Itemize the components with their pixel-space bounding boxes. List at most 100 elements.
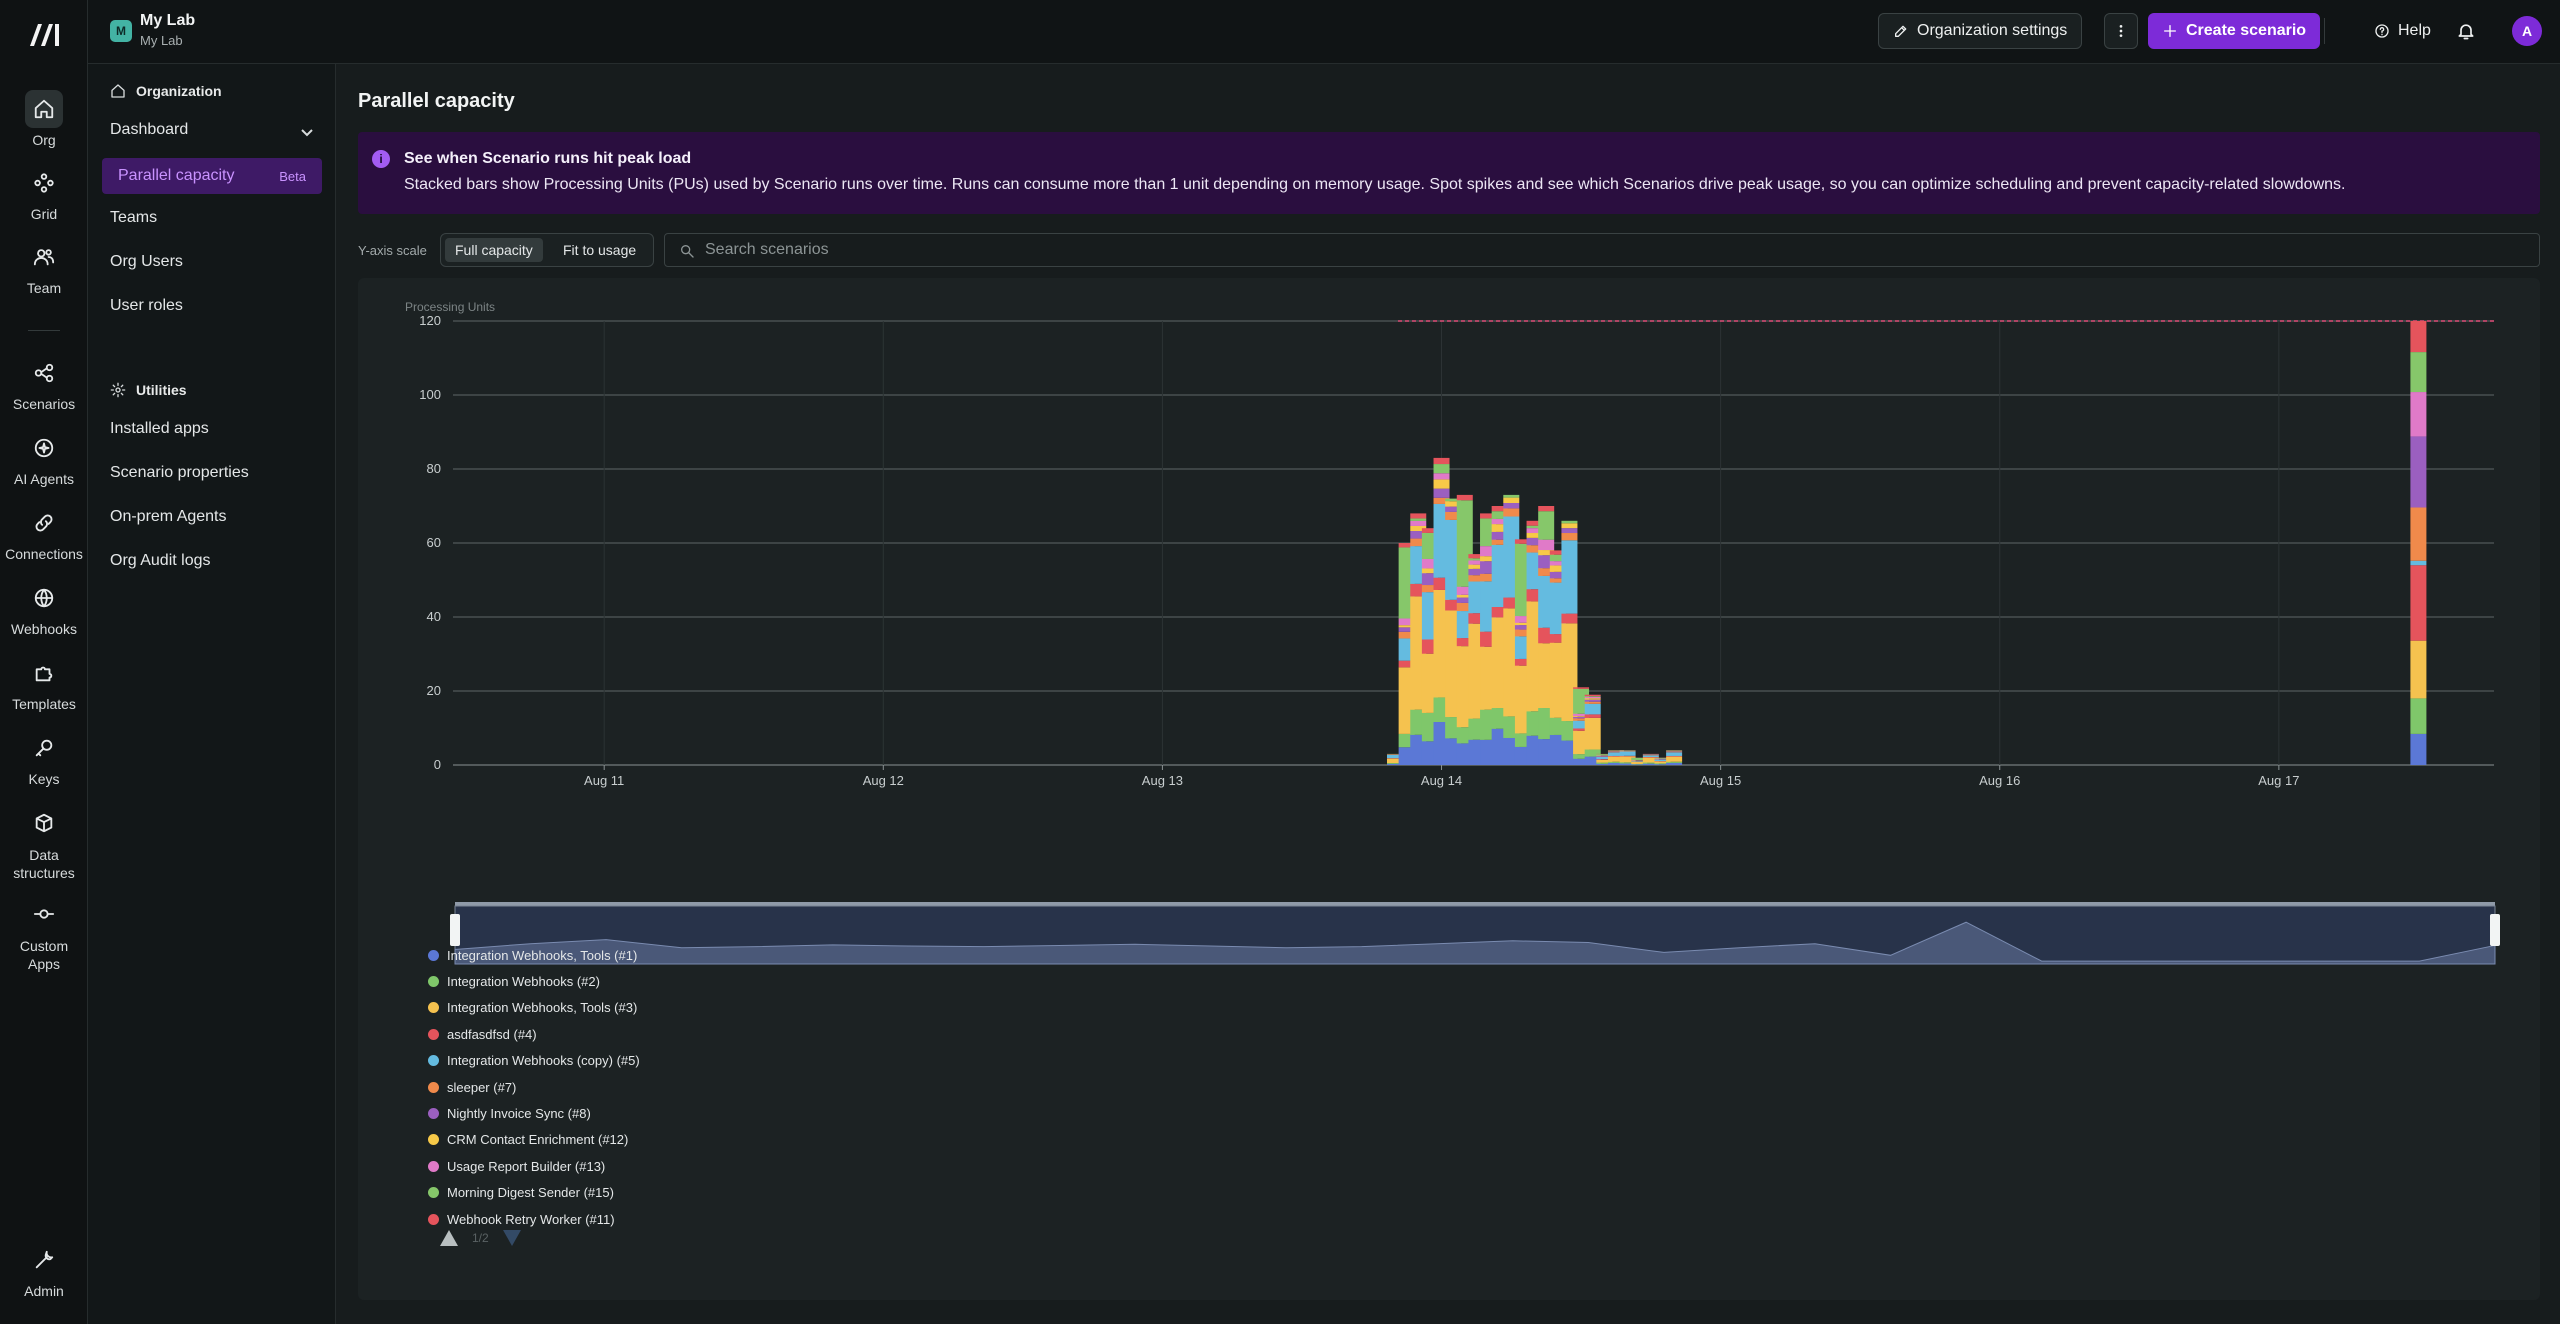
sidebar-item-org-audit-logs[interactable]: Org Audit logs bbox=[110, 552, 211, 570]
legend-item[interactable]: Integration Webhooks, Tools (#1) bbox=[428, 942, 640, 968]
full-capacity-option[interactable]: Full capacity bbox=[445, 238, 543, 262]
rail-item-scenarios[interactable]: Scenarios bbox=[0, 354, 88, 412]
bar-segment bbox=[2410, 436, 2427, 508]
rail-item-keys[interactable]: Keys bbox=[0, 729, 88, 787]
legend-label: Integration Webhooks, Tools (#1) bbox=[447, 947, 638, 963]
bar-segment bbox=[1433, 473, 1450, 480]
page-title: Parallel capacity bbox=[358, 90, 515, 112]
legend-label: sleeper (#7) bbox=[447, 1079, 517, 1095]
rail-item-webhooks[interactable]: Webhooks bbox=[0, 579, 88, 637]
sidebar-item-parallel-capacity[interactable]: Parallel capacity Beta bbox=[102, 158, 322, 194]
user-avatar[interactable]: A bbox=[2512, 16, 2542, 46]
rail-label-admin: Admin bbox=[24, 1283, 64, 1299]
help-label: Help bbox=[2398, 22, 2431, 39]
sidebar-item-org-users[interactable]: Org Users bbox=[110, 253, 183, 271]
rail-label-data-structures: Data structures bbox=[13, 847, 75, 881]
legend-item[interactable]: Webhook Retry Worker (#11) bbox=[428, 1206, 640, 1232]
wrench-icon bbox=[35, 1250, 54, 1269]
rail-item-grid[interactable]: Grid bbox=[0, 164, 88, 222]
rail-item-templates[interactable]: Templates bbox=[0, 654, 88, 712]
bar-segment bbox=[1538, 539, 1555, 551]
rail-item-connections[interactable]: Connections bbox=[0, 504, 88, 562]
bar-segment bbox=[1561, 613, 1578, 624]
help-button[interactable]: Help bbox=[2360, 13, 2445, 49]
search-input[interactable] bbox=[705, 234, 2505, 266]
x-tick-label: Aug 14 bbox=[1421, 773, 1462, 788]
make-logo-icon[interactable] bbox=[28, 20, 62, 48]
legend-item[interactable]: Nightly Invoice Sync (#8) bbox=[428, 1100, 640, 1126]
key-icon bbox=[35, 739, 53, 757]
legend-item[interactable]: CRM Contact Enrichment (#12) bbox=[428, 1127, 640, 1153]
rail-label-templates: Templates bbox=[12, 696, 76, 712]
x-tick-label: Aug 13 bbox=[1142, 773, 1183, 788]
rail-item-custom-apps[interactable]: Custom Apps bbox=[0, 895, 88, 973]
utilities-heading-label: Utilities bbox=[136, 382, 187, 398]
sidebar-item-installed-apps[interactable]: Installed apps bbox=[110, 420, 209, 438]
more-vertical-icon bbox=[2119, 25, 2123, 37]
organization-settings-button[interactable]: Organization settings bbox=[1878, 13, 2083, 49]
x-tick-label: Aug 15 bbox=[1700, 773, 1741, 788]
legend-next-page-icon[interactable] bbox=[502, 1230, 521, 1246]
rail-item-team[interactable]: Team bbox=[0, 238, 88, 296]
y-tick-label: 60 bbox=[427, 535, 441, 550]
bar-segment bbox=[1433, 488, 1450, 498]
bar-segment bbox=[1666, 756, 1683, 762]
rail-item-admin[interactable]: Admin bbox=[0, 1241, 88, 1299]
org-badge[interactable]: M bbox=[110, 20, 132, 42]
beta-badge: Beta bbox=[279, 169, 306, 184]
legend-prev-page-icon[interactable] bbox=[440, 1230, 458, 1246]
x-tick-label: Aug 17 bbox=[2258, 773, 2299, 788]
legend-label: Integration Webhooks (copy) (#5) bbox=[447, 1053, 640, 1069]
globe-icon bbox=[34, 588, 54, 608]
sidebar-item-dashboard[interactable]: Dashboard bbox=[110, 121, 314, 139]
bar-segment bbox=[1584, 714, 1601, 718]
legend-item[interactable]: asdfasdfsd (#4) bbox=[428, 1021, 640, 1047]
bar-segment bbox=[2410, 321, 2427, 353]
bar-segment bbox=[2410, 565, 2427, 641]
rail-item-data-structures[interactable]: Data structures bbox=[0, 804, 88, 882]
legend-item[interactable]: Integration Webhooks (copy) (#5) bbox=[428, 1048, 640, 1074]
sidebar-item-user-roles[interactable]: User roles bbox=[110, 297, 183, 315]
bar-segment bbox=[2410, 392, 2427, 437]
ai-agents-icon bbox=[34, 438, 54, 458]
banner-title: See when Scenario runs hit peak load bbox=[404, 150, 692, 167]
legend-item[interactable]: sleeper (#7) bbox=[428, 1074, 640, 1100]
sidebar-item-teams[interactable]: Teams bbox=[110, 209, 157, 227]
fit-to-usage-option[interactable]: Fit to usage bbox=[553, 238, 646, 262]
x-tick-label: Aug 16 bbox=[1979, 773, 2020, 788]
rail-item-ai-agents[interactable]: AI Agents bbox=[0, 429, 88, 487]
rail-label-scenarios: Scenarios bbox=[12, 396, 76, 412]
legend-page-indicator: 1/2 bbox=[472, 1231, 489, 1245]
legend-item[interactable]: Integration Webhooks, Tools (#3) bbox=[428, 995, 640, 1021]
more-options-button[interactable] bbox=[2104, 13, 2138, 49]
legend-item[interactable]: Morning Digest Sender (#15) bbox=[428, 1180, 640, 1206]
team-icon bbox=[33, 249, 55, 266]
plus-icon bbox=[2164, 25, 2176, 37]
notifications-button[interactable] bbox=[2446, 13, 2486, 49]
bar-segment bbox=[1666, 761, 1683, 763]
sidebar-item-on-prem-agents[interactable]: On-prem Agents bbox=[110, 508, 227, 526]
bar-segment bbox=[1619, 755, 1636, 757]
dashboard-label: Dashboard bbox=[110, 121, 189, 138]
legend-dot bbox=[428, 1002, 439, 1014]
create-scenario-button[interactable]: Create scenario bbox=[2148, 13, 2321, 49]
legend-dot bbox=[428, 1187, 439, 1199]
info-banner: i See when Scenario runs hit peak load S… bbox=[358, 132, 2540, 214]
rail-item-org[interactable]: Org bbox=[0, 90, 88, 148]
capacity-chart: Processing Units 0 20 40 60 80 100 120 Aug 11 Aug… bbox=[405, 300, 2500, 965]
legend-pager: 1/2 bbox=[440, 1230, 521, 1246]
bar-segment bbox=[1584, 703, 1601, 715]
bar-segment bbox=[1666, 762, 1683, 765]
legend-item[interactable]: Integration Webhooks (#2) bbox=[428, 968, 640, 994]
bar-segment bbox=[1410, 520, 1427, 526]
bar-segment bbox=[1410, 518, 1427, 521]
rail-label-connections: Connections bbox=[5, 546, 83, 562]
y-tick-label: 80 bbox=[427, 461, 441, 476]
org-subtitle: My Lab bbox=[140, 33, 183, 48]
bar-segment bbox=[1561, 528, 1578, 534]
bar-segment bbox=[1584, 696, 1601, 697]
rail-label-team: Team bbox=[26, 280, 62, 296]
sidebar-item-scenario-properties[interactable]: Scenario properties bbox=[110, 464, 249, 482]
legend-item[interactable]: Usage Report Builder (#13) bbox=[428, 1153, 640, 1179]
org-name[interactable]: My Lab bbox=[140, 12, 195, 30]
